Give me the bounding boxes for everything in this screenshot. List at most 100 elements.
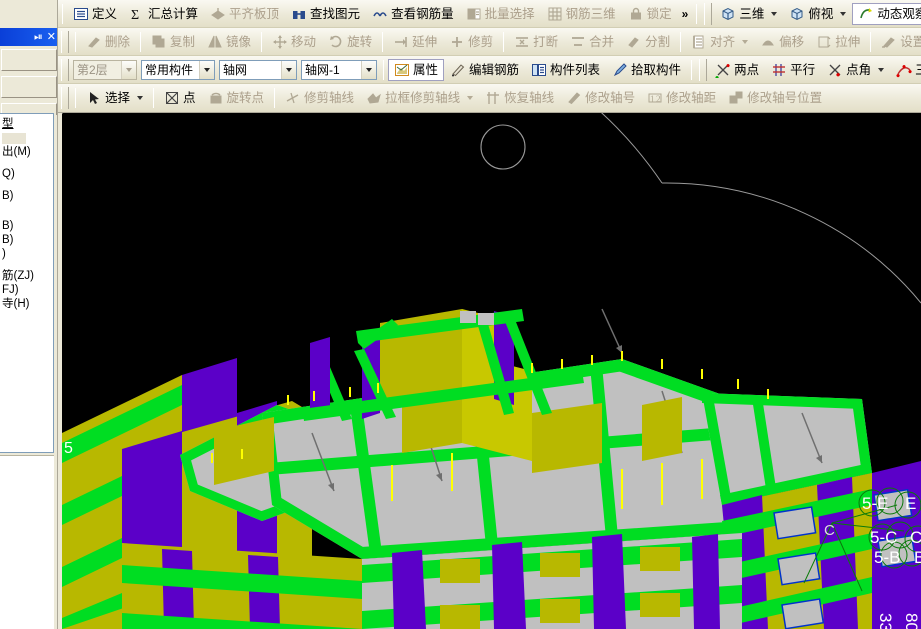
batch-select-icon — [467, 8, 481, 19]
toolbar-grip[interactable] — [704, 2, 713, 25]
combo-floor[interactable]: 第2层 — [73, 59, 137, 80]
model-3d-viewport[interactable]: 5-E E 5-C C 5-B B C 3300 80 5 — [62, 113, 921, 629]
toolbar2-items: 删除 复制 镜像 移动 旋转 延伸 修剪 打断 合并 分割 对齐 偏移 拉伸 设置夹点 — [71, 31, 921, 53]
offset-icon — [762, 40, 775, 45]
toolbar-button-parallel-axis[interactable]: 平行 — [765, 59, 821, 81]
pin-icon[interactable]: ⏯ — [34, 31, 43, 43]
toolbar-button-copy: 复制 — [145, 31, 201, 53]
tree-item[interactable]: Q) — [0, 167, 53, 181]
tree-selected-row[interactable] — [2, 133, 26, 144]
chevron-down-icon[interactable] — [361, 60, 376, 79]
toolbar-button-property[interactable]: 属性 — [388, 58, 445, 81]
point-angle-axis-icon — [829, 64, 841, 76]
panel-button-2[interactable] — [1, 76, 57, 98]
tree-item[interactable]: B) — [0, 189, 53, 203]
toolbar-button-cursor[interactable]: 选择 — [80, 87, 149, 109]
toolbar-button-merge: 合并 — [564, 31, 620, 53]
tree-item[interactable]: FJ) — [0, 283, 53, 297]
edit-rebar-icon — [452, 63, 465, 76]
toolbar-button-binoculars[interactable]: 查找图元 — [285, 3, 366, 25]
mirror-icon — [208, 35, 222, 47]
toolbar-button-label: 钢筋三维 — [565, 6, 616, 21]
chevron-down-icon[interactable] — [137, 96, 144, 100]
move-icon — [273, 34, 288, 49]
toolbar-button-label: 修剪 — [468, 34, 494, 49]
toolbar-button-three-point-aux[interactable]: 三点辅轴 — [890, 59, 921, 81]
toolbar-button-edit-axis-no: 修改轴号 — [560, 87, 641, 109]
tree-item[interactable]: ) — [0, 247, 53, 261]
toolbar-button-label: 修改轴距 — [666, 91, 717, 105]
toolbar-button-label: 延伸 — [412, 34, 438, 49]
chevron-down-icon[interactable] — [771, 11, 778, 16]
toolbar-button-orbit[interactable]: 动态观察 — [852, 2, 921, 25]
toolbar-grip[interactable] — [699, 58, 708, 81]
tree-item[interactable]: B) — [0, 233, 53, 247]
tree-gap — [0, 181, 53, 189]
chevron-down-icon[interactable] — [121, 60, 136, 79]
combo-instance[interactable]: 轴网-1 — [301, 59, 377, 80]
restore-axis-icon — [487, 92, 500, 104]
toolbar-button-lock: 锁定 — [622, 3, 678, 25]
toolbar-button-move: 移动 — [266, 31, 322, 53]
toolbar-button-label: 拉伸 — [835, 34, 861, 49]
tree-item[interactable]: 出(M) — [0, 145, 53, 159]
toolbar-button-rebar-qty[interactable]: 查看钢筋量 — [366, 3, 460, 25]
toolbar-button-cube[interactable]: 三维 — [714, 3, 783, 25]
tree-item[interactable]: 寺(H) — [0, 297, 53, 311]
toolbar-button-define[interactable]: 定义 — [67, 3, 123, 25]
toolbar-button-label: 俯视 — [808, 6, 834, 21]
component-tree[interactable]: 型 出(M) Q) B) B) B)) 筋(ZJ) FJ) 寺(H) — [0, 113, 54, 453]
divider — [261, 31, 263, 52]
chevron-down-icon[interactable] — [281, 60, 296, 79]
toolbar-button-two-point-axis[interactable]: 两点 — [709, 59, 765, 81]
toolbar-button-label: 删除 — [105, 34, 131, 49]
toolbar-grip[interactable] — [61, 30, 69, 53]
copy-icon — [152, 35, 165, 47]
svg-text:5-E: 5-E — [862, 494, 888, 513]
chevron-down-icon[interactable] — [878, 67, 885, 72]
toolbar-button-set-grip: 设置夹点 — [875, 31, 921, 53]
tree-item[interactable]: 筋(ZJ) — [0, 269, 53, 283]
toolbar3-combos: 第2层 常用构件 轴网 轴网-1 — [71, 59, 379, 80]
toolbar-button-label: 分割 — [645, 34, 671, 49]
toolbar-button-list[interactable]: 构件列表 — [525, 59, 606, 81]
toolbar-button-sigma[interactable]: Σ 汇总计算 — [123, 3, 204, 25]
toolbar1-overflow-chevron[interactable]: » — [678, 7, 693, 21]
toolbar-button-label: 三维 — [739, 6, 765, 21]
toolbar-button-align-slab: 平齐板顶 — [204, 3, 285, 25]
toolbar-button-cube-top[interactable]: 俯视 — [783, 3, 852, 25]
model-3d-canvas[interactable]: 5-E E 5-C C 5-B B C 3300 80 5 — [62, 113, 921, 629]
divider — [75, 88, 76, 108]
toolbar-button-edit-rebar[interactable]: 编辑钢筋 — [444, 59, 525, 81]
toolbar-button-pick[interactable]: 拾取构件 — [606, 59, 687, 81]
toolbar-button-label: 打断 — [533, 34, 559, 49]
trim-icon — [452, 36, 463, 47]
rebar-qty-icon — [373, 11, 387, 16]
two-point-axis-icon — [715, 63, 730, 78]
toolbar-button-delete: 删除 — [80, 31, 136, 53]
chevron-down-icon[interactable] — [467, 96, 474, 100]
toolbar-grip[interactable] — [61, 58, 69, 81]
combo-category[interactable]: 常用构件 — [141, 59, 215, 80]
chevron-down-icon[interactable] — [840, 11, 847, 16]
divider — [274, 88, 276, 108]
svg-text:B: B — [914, 548, 921, 567]
svg-text:Σ: Σ — [131, 8, 139, 22]
toolbar-button-point[interactable]: 点 — [158, 87, 202, 109]
toolbar-button-point-angle-axis[interactable]: 点角 — [821, 59, 890, 81]
binoculars-icon — [293, 10, 306, 19]
combo-component[interactable]: 轴网 — [219, 59, 297, 80]
toolbar-button-batch-select: 批量选择 — [460, 3, 541, 25]
toolbar-row-2: 删除 复制 镜像 移动 旋转 延伸 修剪 打断 合并 分割 对齐 偏移 拉伸 设置夹点 — [0, 28, 921, 56]
toolbar-button-move-axis-no: 修改轴号位置 — [722, 87, 828, 109]
toolbar-grip[interactable] — [61, 87, 69, 109]
svg-text:3300: 3300 — [876, 613, 895, 629]
close-icon[interactable]: ✕ — [47, 31, 56, 43]
chevron-down-icon[interactable] — [199, 60, 214, 79]
combo-component-value: 轴网 — [223, 63, 248, 77]
property-icon — [395, 63, 409, 76]
panel-button-1[interactable] — [1, 49, 57, 71]
chevron-down-icon[interactable] — [742, 39, 749, 44]
rebar-3d-icon — [548, 7, 562, 20]
tree-item[interactable]: B) — [0, 219, 53, 233]
